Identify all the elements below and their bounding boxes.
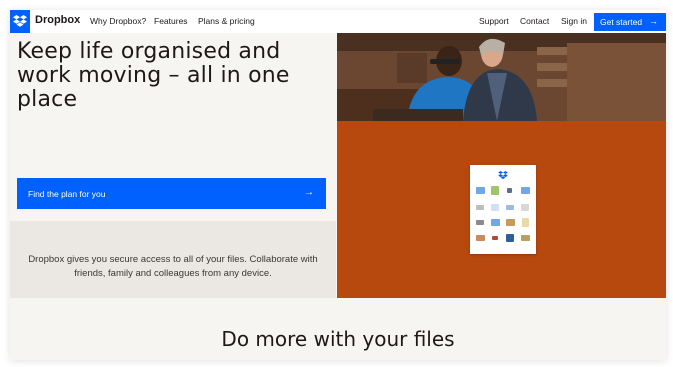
file-icon (492, 236, 498, 240)
hero-photo (337, 33, 666, 121)
get-started-label: Get started (600, 17, 643, 27)
arrow-right-icon: → (649, 16, 658, 26)
document-icon (506, 234, 514, 242)
image-file-icon (506, 219, 515, 226)
section-title: Do more with your files (221, 327, 455, 351)
file-icon (507, 188, 512, 193)
arrow-right-icon: → (304, 187, 314, 198)
hero-left-panel: Keep life organised and work moving – al… (10, 33, 336, 298)
orange-panel (337, 121, 666, 298)
nav-why-dropbox[interactable]: Why Dropbox? (90, 16, 146, 26)
file-browser-mockup (470, 165, 536, 254)
document-icon (522, 218, 529, 227)
file-icon (506, 205, 514, 210)
get-started-button[interactable]: Get started → (594, 13, 666, 31)
hero-description: Dropbox gives you secure access to all o… (28, 254, 318, 279)
features-section: Do more with your files (10, 298, 666, 360)
document-icon (491, 204, 499, 211)
nav-features[interactable]: Features (154, 16, 188, 26)
folder-icon (491, 219, 500, 226)
hero-headline: Keep life organised and work moving – al… (17, 39, 290, 112)
find-plan-label: Find the plan for you (28, 189, 106, 199)
dropbox-logo-icon (498, 171, 508, 180)
page-frame: Dropbox Why Dropbox? Features Plans & pr… (10, 10, 666, 360)
nav-contact[interactable]: Contact (520, 16, 549, 26)
file-icon (476, 220, 484, 225)
find-plan-button[interactable]: Find the plan for you → (17, 178, 326, 209)
file-icon (476, 205, 484, 210)
folder-icon (476, 187, 485, 194)
file-icon (521, 204, 529, 211)
image-file-icon (521, 235, 530, 241)
image-file-icon (476, 235, 485, 241)
brand-name[interactable]: Dropbox (35, 14, 80, 26)
image-file-icon (491, 186, 499, 195)
description-panel: Dropbox gives you secure access to all o… (10, 221, 336, 298)
nav-sign-in[interactable]: Sign in (561, 16, 587, 26)
dropbox-logo-icon[interactable] (10, 10, 30, 33)
people-at-desk-image (337, 33, 666, 121)
nav-support[interactable]: Support (479, 16, 509, 26)
folder-icon (521, 187, 530, 194)
top-navigation: Dropbox Why Dropbox? Features Plans & pr… (10, 10, 666, 33)
nav-plans-pricing[interactable]: Plans & pricing (198, 16, 255, 26)
